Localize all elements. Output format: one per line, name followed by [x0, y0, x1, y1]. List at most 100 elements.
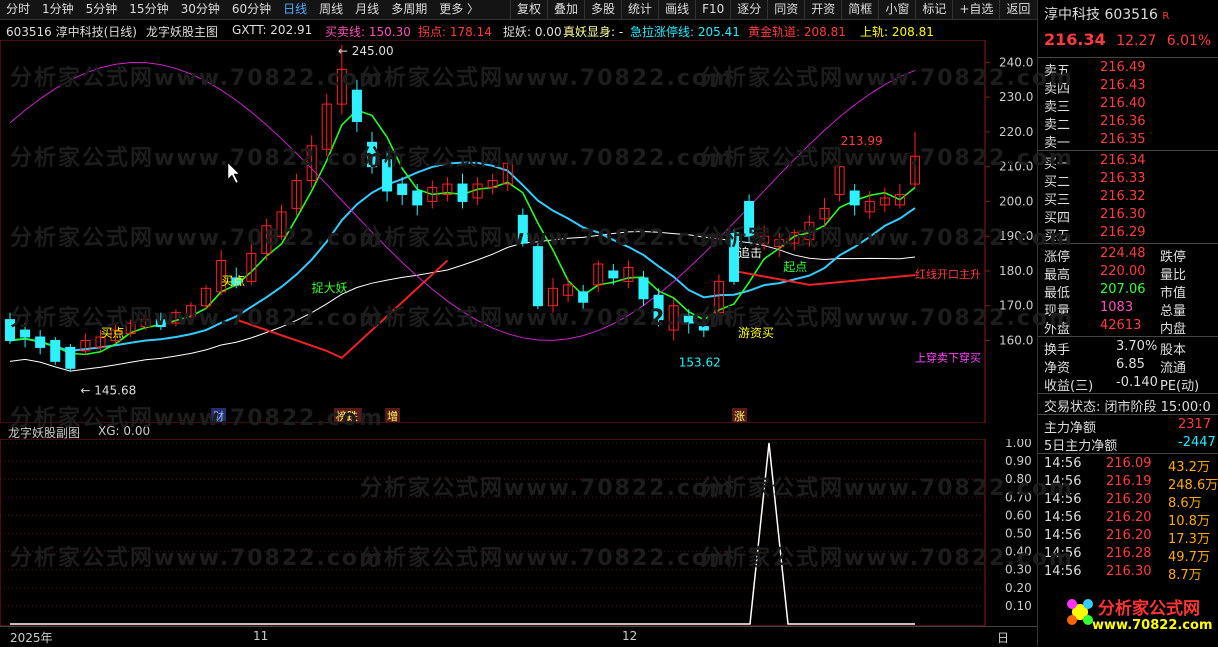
candle-body[interactable]	[366, 141, 378, 168]
divider	[1038, 57, 1218, 58]
gxtt-value: GXTT: 202.91	[232, 23, 313, 37]
period-tab[interactable]: 分时	[0, 0, 36, 19]
zhenyao-value: 真妖显身: -	[563, 25, 624, 39]
main-kline-chart[interactable]: 160.0 170.0 180.0 190.0 200.0 210.0 220.0 230.0…	[0, 40, 1037, 423]
bid-price: 216.33	[1100, 171, 1146, 186]
tick-time: 14:56	[1044, 546, 1082, 561]
y-tick-label: 0.70	[1005, 490, 1032, 504]
ask-price: 216.35	[1100, 132, 1146, 147]
quote-row: 14:56 216.20 10.8万	[1038, 509, 1218, 529]
tool-button[interactable]: +自选	[952, 0, 999, 19]
candle-body[interactable]	[4, 319, 16, 341]
candle-body[interactable]	[382, 159, 393, 192]
red-main-line	[733, 269, 916, 286]
candle-body[interactable]	[653, 294, 664, 321]
quote-row: 14:56 216.30 8.7万	[1038, 563, 1218, 583]
candle-body[interactable]	[744, 200, 755, 237]
y-tick-label: 170.0	[999, 299, 1033, 313]
bid-price: 216.32	[1100, 189, 1146, 204]
tick-price: 216.20	[1106, 492, 1152, 507]
jila-value: 急拉涨停线: 205.41	[630, 25, 740, 39]
tool-button[interactable]: 同资	[767, 0, 804, 19]
price-change: 12.27	[1116, 33, 1157, 49]
tool-button[interactable]: 叠加	[547, 0, 584, 19]
period-tab[interactable]: 周线	[313, 0, 349, 19]
tick-time: 14:56	[1044, 492, 1082, 507]
candle-body[interactable]	[50, 339, 61, 362]
candle-body[interactable]	[638, 277, 649, 300]
period-tab[interactable]: 30分钟	[175, 0, 226, 19]
quote-row: 收益(三) -0.140 PE(动)	[1038, 374, 1218, 394]
candle-body[interactable]	[397, 183, 408, 195]
stock-label: 603516 淳中科技(日线)	[6, 25, 137, 39]
period-tab[interactable]: 5分钟	[80, 0, 124, 19]
price-pct: 6.01%	[1166, 33, 1212, 49]
period-tab[interactable]: 60分钟	[226, 0, 277, 19]
quote-row: 买四 216.30	[1038, 206, 1218, 226]
candle-body[interactable]	[683, 315, 694, 324]
candle-body[interactable]	[412, 190, 423, 206]
candle-body[interactable]	[35, 336, 46, 348]
period-tab[interactable]: 1分钟	[36, 0, 80, 19]
red-line-label: 红线开口主升	[915, 267, 981, 281]
tool-button[interactable]: 多股	[584, 0, 621, 19]
candle-body[interactable]	[532, 246, 543, 307]
flow-value: 2317	[1178, 417, 1212, 432]
y-tick-label: 210.0	[999, 160, 1033, 174]
tool-button[interactable]: 开资	[804, 0, 841, 19]
candle-body[interactable]	[517, 214, 528, 244]
tick-time: 14:56	[1044, 474, 1082, 489]
y-tick-label: 220.0	[999, 125, 1033, 139]
candle-body[interactable]	[608, 270, 619, 279]
y-tick-label: 0.60	[1005, 508, 1032, 522]
period-tab[interactable]: 更多 〉	[433, 0, 485, 19]
indicator-name[interactable]: 龙字妖股主图	[146, 23, 218, 40]
sub-indicator-chart[interactable]: 1.00 0.90 0.80 0.70 0.60 0.50 0.40 0.30 0.20 0.10	[0, 439, 1037, 626]
quote-row: 买一 216.34	[1038, 152, 1218, 172]
stat-value: 220.00	[1100, 264, 1146, 279]
tool-button[interactable]: 返回	[999, 0, 1036, 19]
tool-button[interactable]: 简框	[841, 0, 878, 19]
tool-button[interactable]: 小窗	[878, 0, 915, 19]
tool-button[interactable]: 统计	[621, 0, 658, 19]
marker-text: 增	[387, 409, 398, 423]
mid-low-label: 153.62	[679, 356, 721, 370]
period-tab[interactable]: 月线	[349, 0, 385, 19]
tool-button[interactable]: 逐分	[730, 0, 767, 19]
period-tab[interactable]: 多周期	[385, 0, 433, 19]
candle-body[interactable]	[578, 291, 589, 303]
candle-body[interactable]	[698, 326, 709, 331]
tool-button[interactable]: 标记	[915, 0, 952, 19]
tool-button[interactable]: 复权	[510, 0, 547, 19]
tick-price: 216.20	[1106, 510, 1152, 525]
stat-label: PE(动)	[1160, 379, 1200, 394]
stat-value: 3.70%	[1116, 339, 1158, 354]
ask-price: 216.49	[1100, 60, 1146, 75]
y-tick-label: 0.40	[1005, 545, 1032, 559]
quote-row: 最高 220.00 量比	[1038, 263, 1218, 283]
mouse-cursor-icon	[227, 162, 240, 184]
candle-body[interactable]	[20, 329, 31, 338]
quote-row: 5日主力净额 -2447	[1038, 434, 1218, 454]
r-badge: R	[1162, 11, 1170, 22]
divider	[1038, 414, 1218, 415]
candle-body[interactable]	[65, 346, 76, 369]
trade-status: 交易状态: 闭市阶段 15:00:0	[1044, 400, 1211, 415]
sub-frame	[0, 439, 986, 626]
period-tab[interactable]: 15分钟	[123, 0, 174, 19]
candle-body[interactable]	[457, 183, 468, 202]
divider	[1038, 453, 1218, 454]
candle-body[interactable]	[351, 89, 362, 122]
tool-button[interactable]: F10	[695, 0, 730, 19]
cross-label: 上穿卖下穿买	[915, 350, 981, 364]
period-tab[interactable]: 日线	[277, 0, 313, 19]
candle-body[interactable]	[849, 190, 860, 206]
y-tick-label: 0.30	[1005, 563, 1032, 577]
price-line: 216.34 12.27 6.01%	[1044, 30, 1211, 49]
huangjin-value: 黄金轨道: 208.81	[748, 25, 846, 39]
divider	[1038, 393, 1218, 394]
candle-body[interactable]	[155, 319, 166, 328]
tool-button[interactable]: 画线	[658, 0, 695, 19]
quote-row: 卖一 216.35	[1038, 131, 1218, 151]
quote-row: 卖三 216.40	[1038, 95, 1218, 115]
